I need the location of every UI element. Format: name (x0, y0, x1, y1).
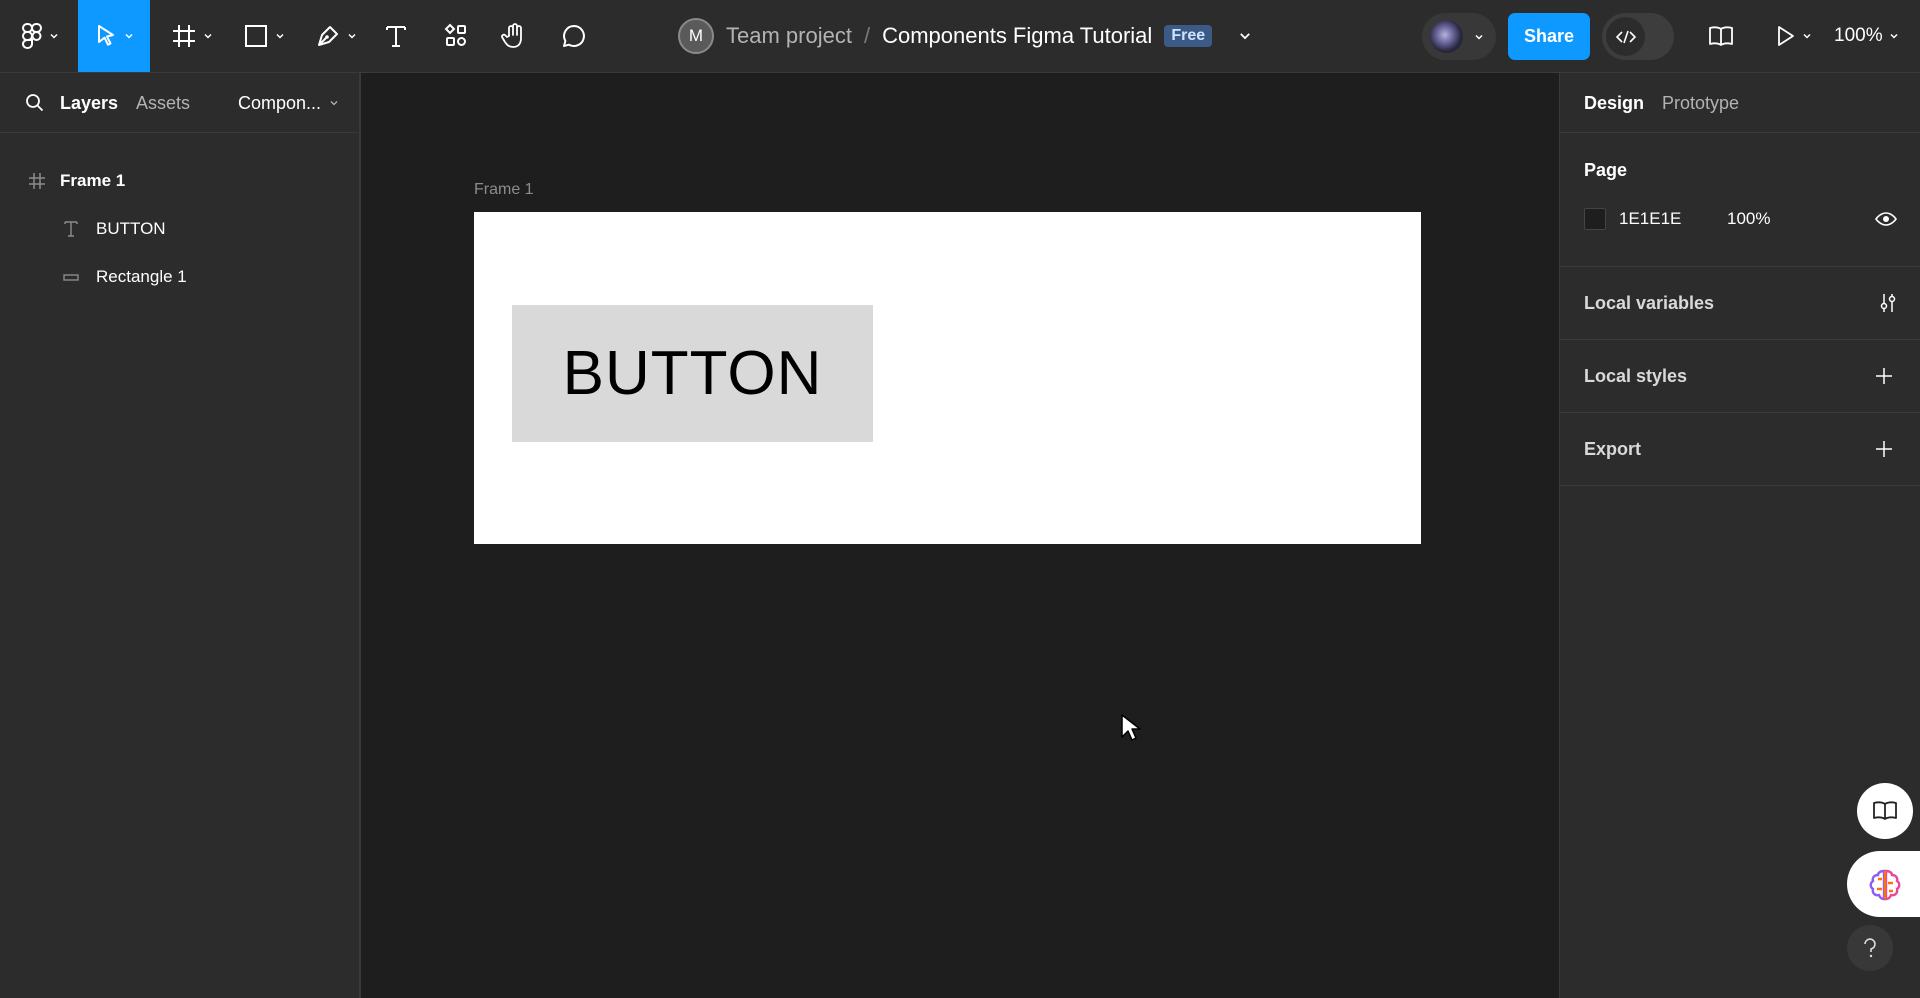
book-open-icon (1709, 26, 1733, 46)
chevron-down-icon[interactable] (1238, 29, 1252, 43)
button-text[interactable]: BUTTON (563, 338, 823, 409)
chevron-down-icon (1475, 34, 1483, 40)
help-docs-button[interactable] (1857, 783, 1913, 839)
layer-name: Frame 1 (60, 171, 126, 190)
plus-icon[interactable] (1875, 440, 1893, 458)
chevron-down-icon (50, 33, 58, 39)
frame-label[interactable]: Frame 1 (474, 181, 534, 199)
book-open-icon (1873, 801, 1897, 820)
page-selector[interactable]: Compon... (238, 73, 339, 133)
local-variables-title: Local variables (1584, 293, 1715, 313)
page-section-title: Page (1584, 160, 1628, 180)
layer-item[interactable]: Frame 1 (0, 158, 359, 204)
search-icon[interactable] (25, 93, 45, 113)
dev-mode-toggle[interactable] (1602, 13, 1674, 60)
layer-name: BUTTON (96, 219, 166, 238)
layer-name: Rectangle 1 (96, 267, 187, 286)
resources-icon (444, 23, 466, 46)
layers-panel: Layers Assets Compon... Frame 1 BUTTON R… (0, 73, 361, 998)
left-panel-tabs: Layers Assets Compon... (0, 73, 361, 133)
pen-tool-button[interactable] (306, 0, 366, 72)
page-selector-label: Compon... (238, 92, 322, 113)
export-section[interactable]: Export (1560, 413, 1920, 486)
color-swatch[interactable] (1584, 208, 1606, 230)
frame[interactable]: BUTTON (474, 212, 1421, 544)
avatar[interactable]: M (678, 18, 714, 54)
canvas[interactable]: Frame 1 BUTTON (361, 73, 1559, 998)
page-color-hex[interactable]: 1E1E1E (1619, 209, 1681, 229)
page-section: Page 1E1E1E 100% (1560, 133, 1920, 267)
zoom-level: 100% (1834, 25, 1883, 46)
library-button[interactable] (1700, 0, 1742, 72)
mouse-cursor-icon (1121, 714, 1141, 741)
chevron-down-icon (204, 33, 212, 39)
chevron-down-icon (1803, 33, 1811, 39)
shape-tool-button[interactable] (234, 0, 294, 72)
rectangle-icon (245, 25, 267, 47)
chevron-down-icon (330, 101, 338, 106)
frame-tool-button[interactable] (162, 0, 222, 72)
main-menu-button[interactable] (10, 0, 70, 72)
chevron-down-icon (1890, 33, 1898, 39)
frame-icon (173, 25, 195, 47)
zoom-menu[interactable]: 100% (1834, 0, 1899, 72)
figma-logo-icon (21, 23, 42, 49)
comment-icon (563, 25, 585, 47)
avatar (1430, 20, 1463, 53)
breadcrumb-separator: / (863, 23, 871, 48)
right-panel-tabs: Design Prototype (1560, 73, 1920, 133)
layer-item[interactable]: Rectangle 1 (0, 254, 359, 300)
code-icon (1606, 17, 1645, 56)
chevron-down-icon (276, 33, 284, 39)
move-tool-button[interactable] (78, 0, 150, 72)
user-avatar-button[interactable] (1422, 13, 1496, 60)
play-icon (1778, 26, 1794, 46)
text-icon (386, 26, 406, 47)
toolbar: M Team project / Components Figma Tutori… (0, 0, 1920, 73)
frame-icon (29, 173, 45, 189)
breadcrumb-team[interactable]: Team project (726, 23, 852, 49)
breadcrumb: M Team project / Components Figma Tutori… (678, 0, 1252, 72)
text-tool-button[interactable] (378, 0, 414, 72)
plan-badge[interactable]: Free (1164, 25, 1213, 47)
ai-assistant-button[interactable] (1847, 851, 1920, 917)
tab-design[interactable]: Design (1584, 93, 1644, 114)
question-mark-icon (1864, 938, 1876, 958)
chevron-down-icon (348, 33, 356, 39)
tab-prototype[interactable]: Prototype (1662, 93, 1739, 114)
plus-icon[interactable] (1875, 367, 1893, 385)
cursor-arrow-icon (98, 25, 114, 46)
hand-tool-button[interactable] (494, 0, 534, 72)
hand-icon (501, 23, 522, 48)
file-name[interactable]: Components Figma Tutorial (882, 23, 1152, 49)
share-button[interactable]: Share (1508, 13, 1590, 60)
text-icon (64, 221, 78, 237)
present-button[interactable] (1768, 0, 1818, 72)
rectangle-icon (63, 274, 79, 281)
chevron-down-icon (125, 33, 133, 39)
local-styles-title: Local styles (1584, 366, 1688, 386)
comment-tool-button[interactable] (554, 0, 594, 72)
tab-assets[interactable]: Assets (136, 73, 190, 133)
brain-icon (1869, 869, 1901, 901)
tab-layers[interactable]: Layers (60, 73, 118, 133)
pen-icon (318, 26, 338, 46)
resources-button[interactable] (436, 0, 476, 72)
layer-item[interactable]: BUTTON (0, 206, 359, 252)
sliders-icon[interactable] (1878, 292, 1898, 314)
page-color-opacity[interactable]: 100% (1727, 209, 1770, 229)
local-styles-section[interactable]: Local styles (1560, 340, 1920, 413)
export-title: Export (1584, 439, 1642, 459)
button-rectangle[interactable]: BUTTON (512, 305, 873, 442)
properties-panel: Design Prototype Page 1E1E1E 100% Local … (1559, 73, 1920, 998)
eye-icon[interactable] (1875, 210, 1897, 228)
local-variables-section[interactable]: Local variables (1560, 267, 1920, 340)
help-button[interactable] (1847, 925, 1893, 971)
